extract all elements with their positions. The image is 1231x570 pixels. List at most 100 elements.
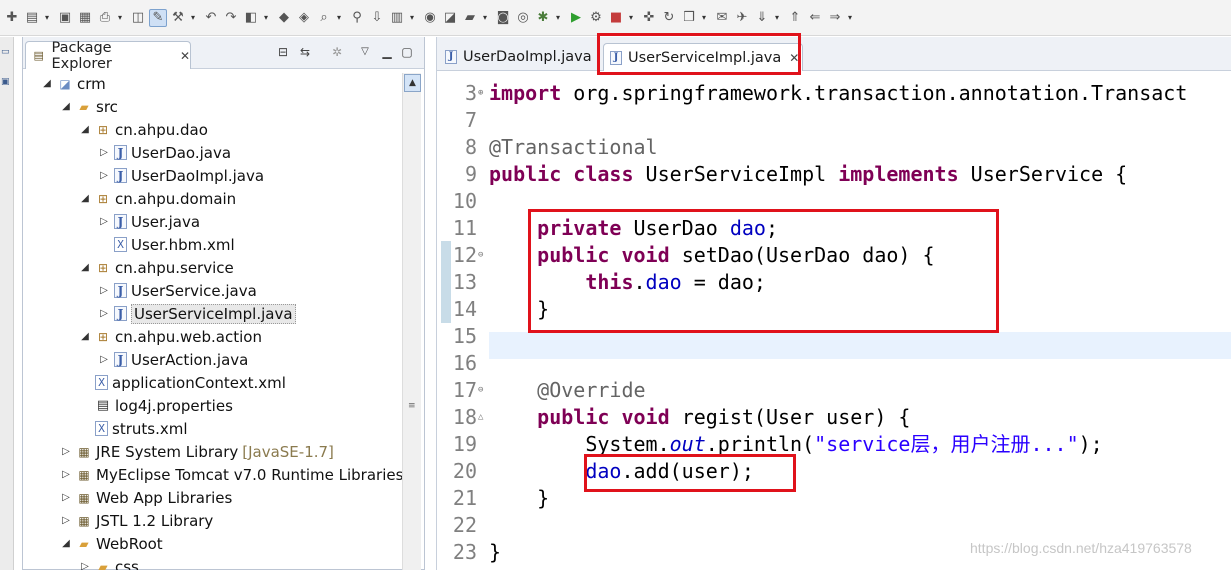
dropdown-arrow-icon[interactable]: ▾ <box>116 9 124 27</box>
dropdown-arrow-icon[interactable]: ▾ <box>189 9 197 27</box>
expanded-arrow-icon[interactable]: ◢ <box>79 193 91 204</box>
code-line[interactable]: 20 dao.add(user); <box>437 458 1231 485</box>
back-history-icon[interactable]: ↷ <box>222 9 240 27</box>
tree-item[interactable]: ◢ ▰ src <box>60 95 118 118</box>
new-package-icon[interactable]: ◆ <box>275 9 293 27</box>
code-line[interactable]: 17 ⊖ @Override <box>437 377 1231 404</box>
collapsed-arrow-icon[interactable]: ▷ <box>98 147 110 158</box>
dropdown-arrow-icon[interactable]: ▾ <box>554 9 562 27</box>
collapsed-arrow-icon[interactable]: ▷ <box>60 446 72 457</box>
expanded-arrow-icon[interactable]: ◢ <box>79 124 91 135</box>
pin-icon[interactable]: ✈ <box>733 9 751 27</box>
open-folder-icon[interactable]: ❒ <box>680 9 698 27</box>
new-icon[interactable]: ✚ <box>3 9 21 27</box>
dropdown-arrow-icon[interactable]: ▾ <box>773 9 781 27</box>
tree-item[interactable]: ◢ ▰ WebRoot <box>60 532 163 555</box>
code-line[interactable]: 19 System.out.println("service层，用户注册..."… <box>437 431 1231 458</box>
tree-item[interactable]: ◢ ⊞ cn.ahpu.web.action <box>79 325 262 348</box>
tree-item[interactable]: ▤ log4j.properties <box>79 394 233 417</box>
expanded-arrow-icon[interactable]: ◢ <box>79 262 91 273</box>
code-line[interactable]: 18 △ public void regist(User user) { <box>437 404 1231 431</box>
collapsed-arrow-icon[interactable]: ▷ <box>98 285 110 296</box>
fold-marker-icon[interactable]: △ <box>478 404 483 431</box>
screenshot-icon[interactable]: ◙ <box>494 9 512 27</box>
deploy-icon[interactable]: ⇩ <box>368 9 386 27</box>
tab-package-explorer[interactable]: ▤ Package Explorer ✕ <box>25 40 191 72</box>
search-icon[interactable]: ⚲ <box>348 9 366 27</box>
folder-icon[interactable]: ▰ <box>461 9 479 27</box>
tree-item[interactable]: X User.hbm.xml <box>98 233 235 256</box>
tree-item[interactable]: ▷ J UserDaoImpl.java <box>98 164 264 187</box>
refresh-icon[interactable]: ↻ <box>660 9 678 27</box>
code-line[interactable]: 3 ⊕ import org.springframework.transaction… <box>437 80 1231 107</box>
tree-item[interactable]: ▷ J UserDao.java <box>98 141 231 164</box>
tree-item[interactable]: ▷ ▦ JRE System Library [JavaSE-1.7] <box>60 440 334 463</box>
expanded-arrow-icon[interactable]: ◢ <box>60 101 72 112</box>
tree-item[interactable]: ◢ ⊞ cn.ahpu.service <box>79 256 234 279</box>
code-line[interactable]: 22 <box>437 512 1231 539</box>
tab-userdaoimpl[interactable]: J UserDaoImpl.java <box>439 43 594 71</box>
collapsed-arrow-icon[interactable]: ▷ <box>98 170 110 181</box>
save-icon[interactable]: ▣ <box>56 9 74 27</box>
forward-icon[interactable]: ⇒ <box>826 9 844 27</box>
fold-marker-icon[interactable]: ⊖ <box>478 242 483 269</box>
minimized-view-icon[interactable]: ▭ <box>1 47 12 59</box>
dropdown-arrow-icon[interactable]: ▾ <box>408 9 416 27</box>
tree-item[interactable]: ▷ ▦ JSTL 1.2 Library <box>60 509 213 532</box>
collapsed-arrow-icon[interactable]: ▷ <box>60 515 72 526</box>
open-search-icon[interactable]: ⌕ <box>315 9 333 27</box>
collapsed-arrow-icon[interactable]: ▷ <box>98 308 110 319</box>
explorer-scrollbar[interactable]: ▲ ≡ <box>402 73 421 570</box>
collapsed-arrow-icon[interactable]: ▷ <box>98 354 110 365</box>
tree-item[interactable]: ▷ ▦ Web App Libraries <box>60 486 232 509</box>
minimized-view-icon[interactable]: ▣ <box>1 77 12 89</box>
collapsed-arrow-icon[interactable]: ▷ <box>98 216 110 227</box>
web-browser-icon[interactable]: ◉ <box>421 9 439 27</box>
save-all-icon[interactable]: ▦ <box>76 9 94 27</box>
scroll-grip-icon[interactable]: ≡ <box>408 402 417 412</box>
collapsed-arrow-icon[interactable]: ▷ <box>60 469 72 480</box>
tree-item[interactable]: ▷ ▦ MyEclipse Tomcat v7.0 Runtime Librarie… <box>60 463 403 486</box>
fold-marker-icon[interactable]: ⊖ <box>478 377 483 404</box>
view-menu-icon[interactable]: ▽ <box>357 44 373 60</box>
sync-icon[interactable]: ✲ <box>329 44 345 60</box>
open-perspective-icon[interactable]: ◪ <box>441 9 459 27</box>
stop-icon[interactable]: ■ <box>607 9 625 27</box>
print-icon[interactable]: ⎙ <box>96 9 114 27</box>
collapse-all-icon[interactable]: ⊟ <box>275 44 291 60</box>
minimize-icon[interactable]: ▁ <box>379 44 395 60</box>
prev-annotation-icon[interactable]: ⇑ <box>786 9 804 27</box>
tree-item[interactable]: ▷ J UserServiceImpl.java <box>98 302 296 325</box>
tree-item[interactable]: ▷ J UserService.java <box>98 279 257 302</box>
close-icon[interactable]: ✕ <box>180 49 190 63</box>
last-edit-icon[interactable]: ↶ <box>202 9 220 27</box>
toggle-mark-icon[interactable]: ◫ <box>129 9 147 27</box>
next-annotation-icon[interactable]: ⇓ <box>753 9 771 27</box>
tree-item[interactable]: ◢ ⊞ cn.ahpu.dao <box>79 118 208 141</box>
collapsed-arrow-icon[interactable]: ▷ <box>60 492 72 503</box>
tree-item[interactable]: ▷ J UserAction.java <box>98 348 248 371</box>
code-line[interactable]: 8 @Transactional <box>437 134 1231 161</box>
open-type-icon[interactable]: ▤ <box>23 9 41 27</box>
debug-icon[interactable]: ✱ <box>534 9 552 27</box>
new-class-icon[interactable]: ◈ <box>295 9 313 27</box>
run-icon[interactable]: ▶ <box>567 9 585 27</box>
build-icon[interactable]: ⚒ <box>169 9 187 27</box>
dropdown-arrow-icon[interactable]: ▾ <box>700 9 708 27</box>
back-icon[interactable]: ⇐ <box>806 9 824 27</box>
expanded-arrow-icon[interactable]: ◢ <box>41 78 53 89</box>
expanded-arrow-icon[interactable]: ◢ <box>79 331 91 342</box>
new-server-icon[interactable]: ✜ <box>640 9 658 27</box>
new-java-project-icon[interactable]: ◧ <box>242 9 260 27</box>
code-line[interactable]: 9 public class UserServiceImpl implements… <box>437 161 1231 188</box>
code-line[interactable]: 7 <box>437 107 1231 134</box>
fold-marker-icon[interactable]: ⊕ <box>478 80 483 107</box>
dropdown-arrow-icon[interactable]: ▾ <box>627 9 635 27</box>
maximize-icon[interactable]: ▢ <box>399 44 415 60</box>
tree-item[interactable]: ◢ ◪ crm <box>41 72 106 95</box>
dropdown-arrow-icon[interactable]: ▾ <box>335 9 343 27</box>
dropdown-arrow-icon[interactable]: ▾ <box>846 9 854 27</box>
run-external-icon[interactable]: ⚙ <box>587 9 605 27</box>
expanded-arrow-icon[interactable]: ◢ <box>60 538 72 549</box>
code-line[interactable]: 21 } <box>437 485 1231 512</box>
